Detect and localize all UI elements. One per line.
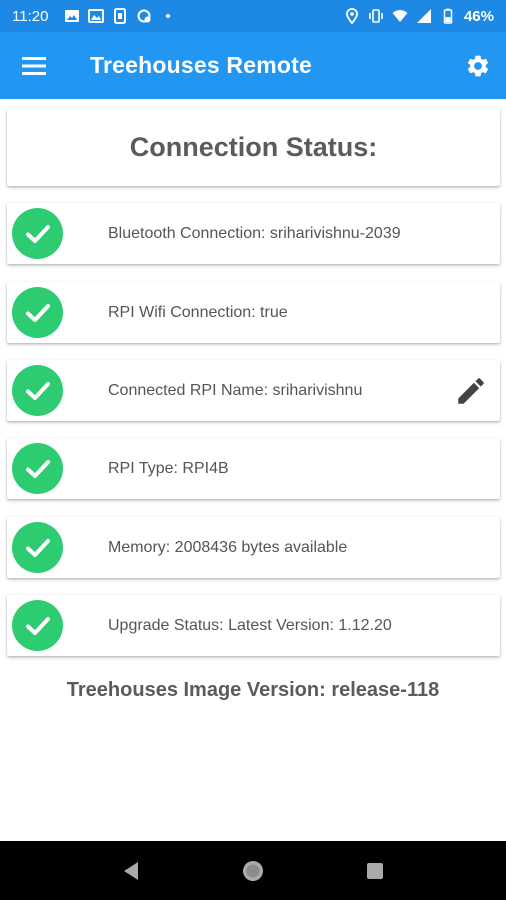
sim-icon bbox=[114, 8, 127, 24]
system-nav-bar bbox=[0, 841, 506, 900]
menu-button[interactable] bbox=[0, 32, 70, 99]
check-circle-icon bbox=[12, 443, 63, 494]
status-row-rpi-type: RPI Type: RPI4B bbox=[7, 438, 500, 499]
image-icon bbox=[65, 10, 80, 22]
dot-icon bbox=[166, 14, 171, 18]
rpi-name-label: Connected RPI Name: sriharivishnu bbox=[108, 381, 363, 399]
check-circle-icon bbox=[12, 287, 63, 338]
wifi-icon bbox=[392, 10, 408, 22]
back-icon bbox=[124, 861, 138, 880]
battery-icon bbox=[443, 8, 453, 24]
sync-icon bbox=[137, 9, 151, 23]
check-circle-icon bbox=[12, 600, 63, 651]
status-row-upgrade: Upgrade Status: Latest Version: 1.12.20 bbox=[7, 595, 500, 656]
bluetooth-connection-label: Bluetooth Connection: sriharivishnu-2039 bbox=[108, 224, 401, 242]
status-bar: 11:20 46% bbox=[0, 0, 506, 32]
signal-icon bbox=[416, 9, 431, 23]
status-row-memory: Memory: 2008436 bytes available bbox=[7, 517, 500, 578]
status-row-bluetooth: Bluetooth Connection: sriharivishnu-2039 bbox=[7, 203, 500, 264]
home-button[interactable] bbox=[233, 851, 273, 891]
home-icon bbox=[243, 860, 263, 881]
settings-button[interactable] bbox=[450, 32, 506, 99]
app-bar: Treehouses Remote bbox=[0, 32, 506, 99]
vibrate-icon bbox=[369, 9, 383, 23]
recents-icon bbox=[367, 862, 383, 879]
page-title: Connection Status: bbox=[129, 131, 378, 162]
check-circle-icon bbox=[12, 208, 63, 259]
back-button[interactable] bbox=[111, 851, 151, 891]
image-version-text: Treehouses Image Version: release-118 bbox=[66, 679, 440, 701]
edit-rpi-name-button[interactable] bbox=[452, 372, 490, 410]
upgrade-status-label: Upgrade Status: Latest Version: 1.12.20 bbox=[108, 616, 392, 634]
check-circle-icon bbox=[12, 522, 63, 573]
battery-percent: 46% bbox=[463, 7, 494, 25]
gear-icon bbox=[467, 55, 489, 76]
status-row-rpi-name: Connected RPI Name: sriharivishnu bbox=[7, 360, 500, 421]
pencil-icon bbox=[458, 378, 484, 404]
app-title: Treehouses Remote bbox=[90, 52, 312, 78]
check-circle-icon bbox=[12, 365, 63, 416]
memory-label: Memory: 2008436 bytes available bbox=[108, 538, 348, 556]
recents-button[interactable] bbox=[355, 851, 395, 891]
location-icon bbox=[346, 8, 358, 24]
gallery-icon bbox=[88, 9, 105, 23]
wifi-connection-label: RPI Wifi Connection: true bbox=[108, 303, 288, 321]
main-content: Connection Status: Bluetooth Connection:… bbox=[0, 99, 506, 841]
hamburger-menu-icon bbox=[22, 56, 46, 75]
status-time: 11:20 bbox=[12, 7, 49, 25]
rpi-type-label: RPI Type: RPI4B bbox=[108, 459, 229, 477]
connection-status-card: Connection Status: bbox=[7, 108, 500, 186]
status-row-wifi: RPI Wifi Connection: true bbox=[7, 282, 500, 343]
